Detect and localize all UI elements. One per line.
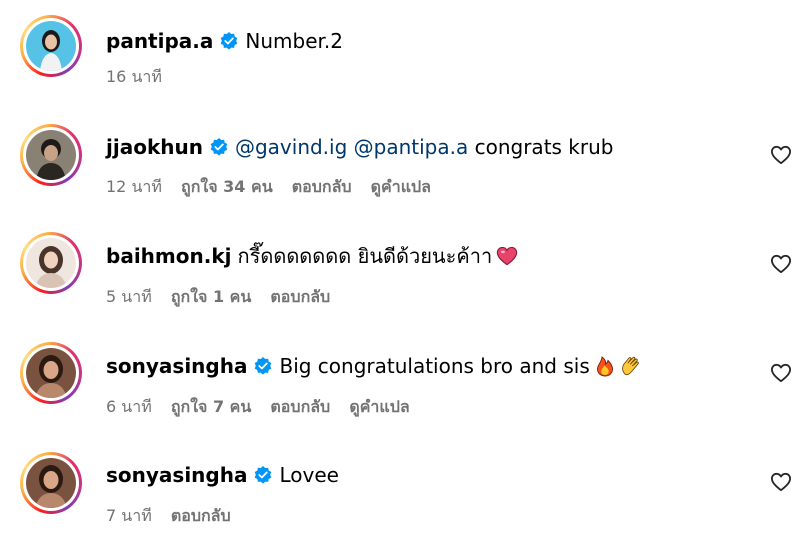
reply-button[interactable]: ตอบกลับ bbox=[171, 506, 231, 525]
comment-item: sonyasingha Lovee 7 นาที ตอบกลับ bbox=[0, 440, 800, 540]
mention-link[interactable]: @pantipa.a bbox=[354, 135, 469, 159]
comment-time: 5 นาที bbox=[106, 287, 152, 306]
comment-text: กรี๊ดดดดดดด ยินดีด้วยนะค้าา bbox=[237, 244, 493, 268]
comment-text: congrats krub bbox=[474, 135, 614, 159]
avatar[interactable] bbox=[20, 15, 82, 77]
like-heart-icon[interactable] bbox=[770, 254, 792, 274]
likes-count-link[interactable]: ถูกใจ 7 คน bbox=[171, 397, 251, 416]
avatar[interactable] bbox=[20, 452, 82, 514]
like-heart-icon[interactable] bbox=[770, 145, 792, 165]
comment-time: 6 นาที bbox=[106, 397, 152, 416]
comment-item: jjaokhun @gavind.ig @pantipa.a congrats k… bbox=[0, 110, 800, 210]
likes-count-link[interactable]: ถูกใจ 34 คน bbox=[181, 177, 273, 196]
comment-time: 16 นาที bbox=[106, 67, 162, 86]
comment-username[interactable]: baihmon.kj bbox=[106, 244, 231, 268]
fire-emoji-icon bbox=[596, 356, 613, 377]
likes-count-link[interactable]: ถูกใจ 1 คน bbox=[171, 287, 251, 306]
see-translation-button[interactable]: ดูคำแปล bbox=[349, 397, 409, 416]
verified-badge-icon bbox=[255, 466, 272, 484]
like-heart-icon[interactable] bbox=[770, 363, 792, 383]
see-translation-button[interactable]: ดูคำแปล bbox=[371, 177, 431, 196]
reply-button[interactable]: ตอบกลับ bbox=[270, 287, 330, 306]
comment-username[interactable]: sonyasingha bbox=[106, 463, 247, 487]
like-heart-icon[interactable] bbox=[770, 472, 792, 492]
avatar[interactable] bbox=[20, 232, 82, 294]
comment-username[interactable]: pantipa.a bbox=[106, 29, 213, 53]
comment-item: baihmon.kj กรี๊ดดดดดดด ยินดีด้วยนะค้าา 5 … bbox=[0, 220, 800, 320]
comment-username[interactable]: sonyasingha bbox=[106, 354, 247, 378]
clapping-hands-emoji-icon bbox=[621, 356, 639, 376]
avatar[interactable] bbox=[20, 124, 82, 186]
avatar[interactable] bbox=[20, 342, 82, 404]
comment-text: Big congratulations bro and sis bbox=[279, 354, 590, 378]
comment-item: pantipa.a Number.2 16 นาที bbox=[0, 0, 800, 100]
verified-badge-icon bbox=[255, 357, 272, 375]
comment-time: 12 นาที bbox=[106, 177, 162, 196]
reply-button[interactable]: ตอบกลับ bbox=[270, 397, 330, 416]
reply-button[interactable]: ตอบกลับ bbox=[292, 177, 352, 196]
comment-username[interactable]: jjaokhun bbox=[106, 135, 203, 159]
comment-text: Lovee bbox=[279, 463, 339, 487]
comment-item: sonyasingha Big congratulations bro and s… bbox=[0, 330, 800, 430]
heart-emoji-icon bbox=[497, 246, 518, 266]
comment-text: Number.2 bbox=[245, 29, 343, 53]
verified-badge-icon bbox=[221, 32, 238, 50]
mention-link[interactable]: @gavind.ig bbox=[235, 135, 347, 159]
verified-badge-icon bbox=[210, 138, 228, 156]
comment-time: 7 นาที bbox=[106, 506, 152, 525]
